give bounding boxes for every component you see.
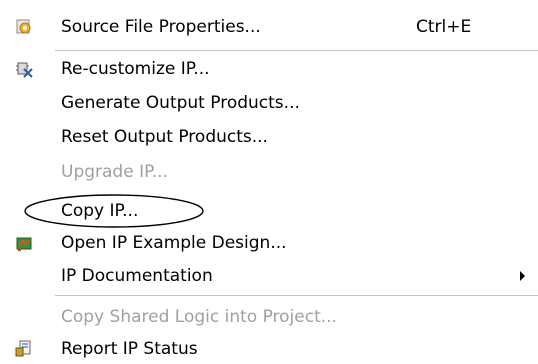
- menu-item-label: Generate Output Products...: [61, 93, 300, 113]
- menu-item-source-file-properties[interactable]: Source File Properties... Ctrl+E: [0, 12, 538, 42]
- menu-separator: [55, 50, 538, 52]
- source-file-properties-icon: [16, 19, 31, 34]
- shortcut-label: Ctrl+E: [416, 17, 472, 37]
- menu-item-reset-output-products[interactable]: Reset Output Products...: [0, 122, 538, 152]
- menu-item-label: Open IP Example Design...: [61, 233, 287, 253]
- menu-item-label: Reset Output Products...: [61, 127, 268, 147]
- recustomize-ip-icon: [16, 62, 33, 78]
- menu-item-report-ip-status[interactable]: Report IP Status: [0, 334, 538, 364]
- menu-item-copy-shared-logic: Copy Shared Logic into Project...: [0, 302, 538, 332]
- menu-item-label: Source File Properties...: [61, 17, 261, 37]
- menu-separator: [55, 295, 538, 297]
- menu-item-ip-documentation[interactable]: IP Documentation: [0, 261, 538, 291]
- annotation-ellipse: [24, 194, 204, 228]
- context-menu: Source File Properties... Ctrl+E Re-cust…: [0, 0, 538, 364]
- submenu-arrow-icon: [520, 271, 525, 281]
- menu-item-label: IP Documentation: [61, 266, 213, 286]
- menu-item-label: Upgrade IP...: [61, 162, 168, 182]
- menu-item-recustomize-ip[interactable]: Re-customize IP...: [0, 54, 538, 84]
- menu-item-generate-output-products[interactable]: Generate Output Products...: [0, 88, 538, 118]
- menu-item-label: Copy Shared Logic into Project...: [61, 307, 337, 327]
- report-ip-status-icon: [15, 340, 31, 357]
- open-example-design-icon: [16, 237, 32, 251]
- menu-item-label: Report IP Status: [61, 339, 198, 359]
- menu-item-label: Re-customize IP...: [61, 59, 210, 79]
- menu-item-upgrade-ip: Upgrade IP...: [0, 157, 538, 187]
- menu-item-open-ip-example-design[interactable]: Open IP Example Design...: [0, 228, 538, 258]
